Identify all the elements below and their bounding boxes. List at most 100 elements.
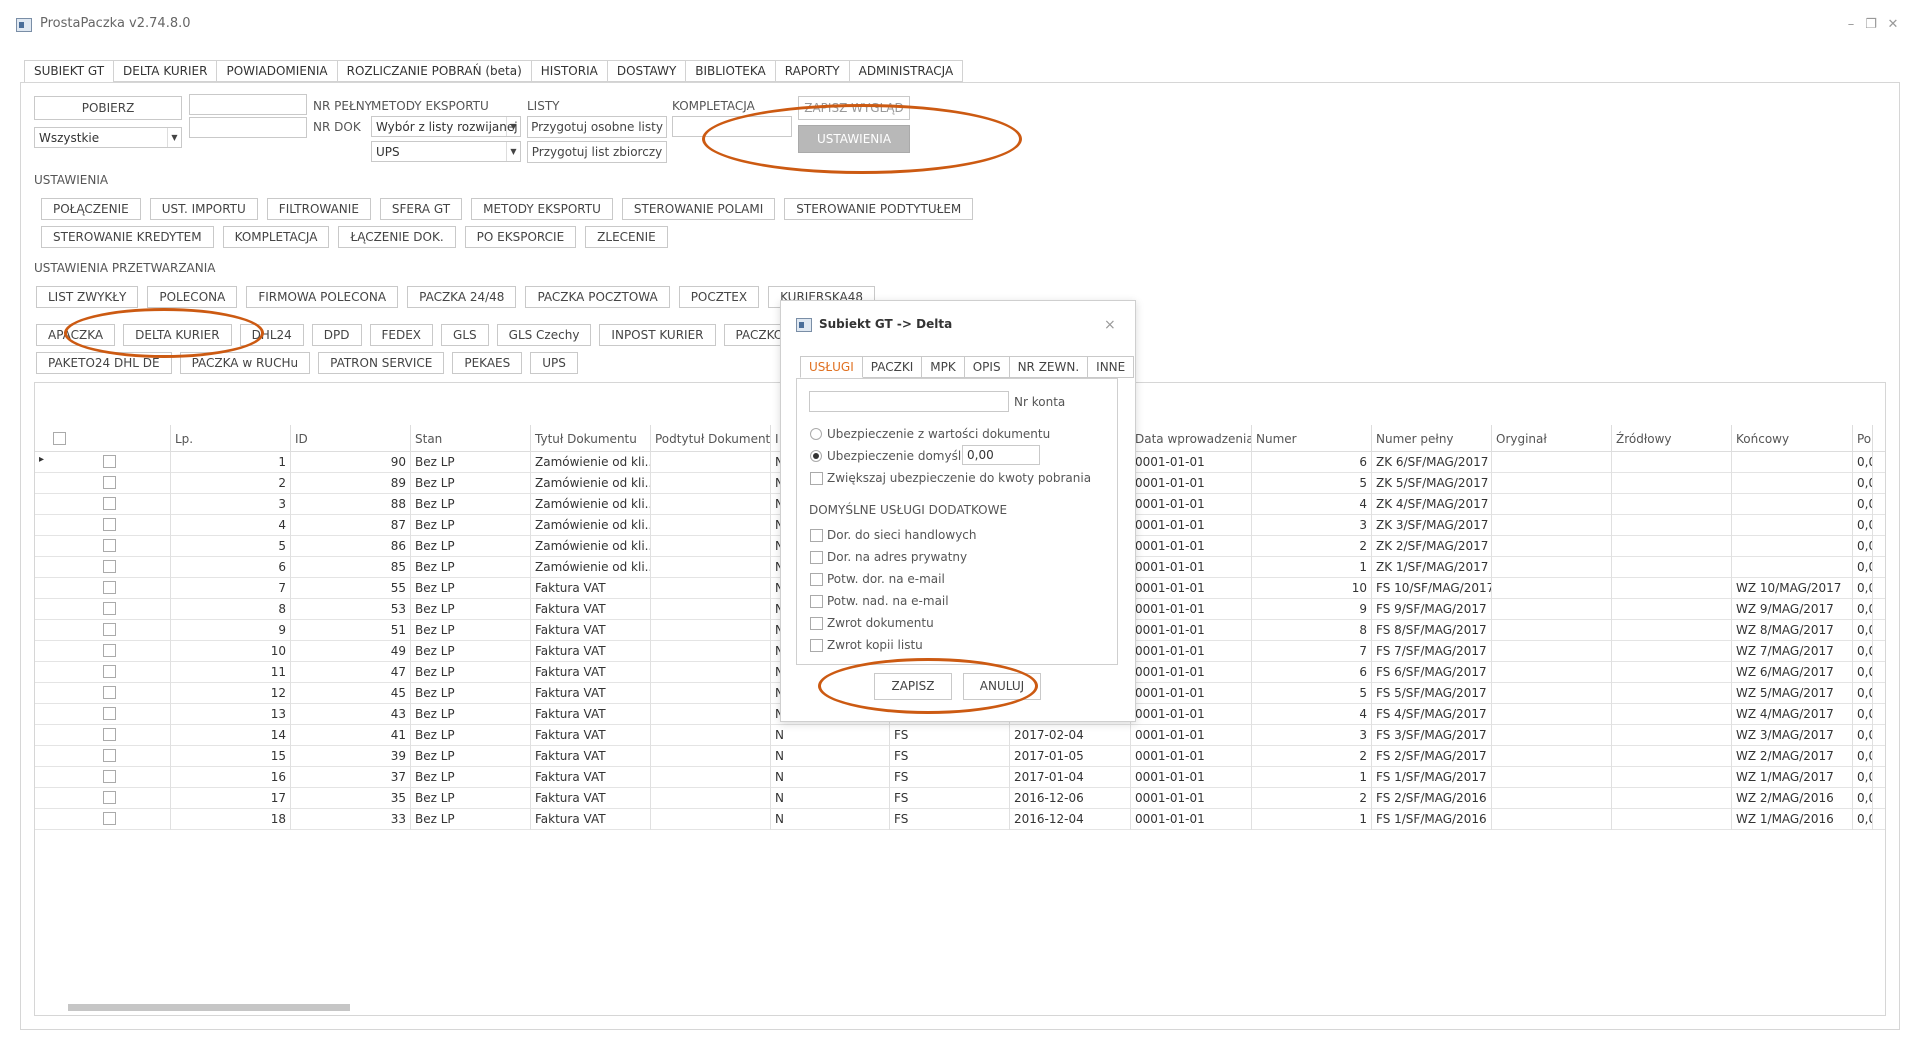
firmowa-polecona-button[interactable]: FIRMOWA POLECONA: [246, 286, 399, 308]
row-select-cell[interactable]: ▸: [35, 452, 171, 473]
carrier-select[interactable]: UPS ▼: [371, 141, 521, 162]
row-checkbox[interactable]: [103, 707, 116, 720]
row-select-cell[interactable]: [35, 515, 171, 536]
restore-button[interactable]: ❐: [1862, 16, 1880, 34]
list-zwykly-button[interactable]: LIST ZWYKŁY: [36, 286, 139, 308]
service-checkbox[interactable]: [810, 639, 823, 652]
dialog-tab-opis[interactable]: OPIS: [964, 356, 1010, 378]
row-checkbox[interactable]: [103, 686, 116, 699]
apaczka-button[interactable]: APACZKA: [36, 324, 116, 346]
row-checkbox[interactable]: [103, 581, 116, 594]
filtering-button[interactable]: FILTROWANIE: [266, 198, 371, 220]
table-row[interactable]: 17 35 Bez LP Faktura VAT N FS 2016-12-06 0001-0…: [35, 788, 1885, 809]
row-checkbox[interactable]: [103, 749, 116, 762]
insurance-doc-value-radio[interactable]: [810, 428, 822, 440]
select-all-checkbox[interactable]: [53, 432, 66, 445]
polaczenie-button[interactable]: POŁĄCZENIE: [41, 198, 141, 220]
header-zrodlowy[interactable]: Źródłowy: [1612, 425, 1732, 451]
table-row[interactable]: 18 33 Bez LP Faktura VAT N FS 2016-12-04 0001-0…: [35, 809, 1885, 830]
row-select-cell[interactable]: [35, 536, 171, 557]
dialog-tab-paczki[interactable]: PACZKI: [862, 356, 923, 378]
row-select-cell[interactable]: [35, 620, 171, 641]
paczka-24-48-button[interactable]: PACZKA 24/48: [407, 286, 517, 308]
row-select-cell[interactable]: [35, 809, 171, 830]
row-select-cell[interactable]: [35, 599, 171, 620]
row-select-cell[interactable]: [35, 725, 171, 746]
delta-kurier-button[interactable]: DELTA KURIER: [123, 324, 232, 346]
header-po[interactable]: Po: [1853, 425, 1873, 451]
table-row[interactable]: 15 39 Bez LP Faktura VAT N FS 2017-01-05 0001-0…: [35, 746, 1885, 767]
merge-docs-button[interactable]: ŁĄCZENIE DOK.: [338, 226, 456, 248]
pekaes-button[interactable]: PEKAES: [452, 352, 523, 374]
header-stan[interactable]: Stan: [411, 425, 531, 451]
settings-button[interactable]: USTAWIENIA: [798, 125, 910, 153]
tab-administracja[interactable]: ADMINISTRACJA: [849, 60, 964, 82]
dialog-tab-inne[interactable]: INNE: [1088, 356, 1135, 378]
dialog-tab-mpk[interactable]: MPK: [922, 356, 965, 378]
fedex-button[interactable]: FEDEX: [369, 324, 434, 346]
save-layout-button[interactable]: ZAPISZ WYGLĄD: [798, 96, 910, 120]
row-select-cell[interactable]: [35, 704, 171, 725]
header-oryginal[interactable]: Oryginał: [1492, 425, 1612, 451]
insurance-default-radio[interactable]: [810, 450, 822, 462]
polecona-button[interactable]: POLECONA: [147, 286, 238, 308]
kompletacja-input[interactable]: [672, 116, 792, 137]
header-koncowy[interactable]: Końcowy: [1732, 425, 1853, 451]
field-control-button[interactable]: STEROWANIE POLAMI: [621, 198, 776, 220]
credit-control-button[interactable]: STEROWANIE KREDYTEM: [41, 226, 214, 248]
tab-historia[interactable]: HISTORIA: [531, 60, 608, 82]
service-checkbox[interactable]: [810, 595, 823, 608]
row-checkbox[interactable]: [103, 455, 116, 468]
row-select-cell[interactable]: [35, 767, 171, 788]
row-select-cell[interactable]: [35, 683, 171, 704]
separate-lists-button[interactable]: Przygotuj osobne listy: [527, 116, 667, 138]
paczka-pocztowa-button[interactable]: PACZKA POCZTOWA: [525, 286, 670, 308]
paczka-w-ruchu-button[interactable]: PACZKA w RUCHu: [179, 352, 311, 374]
row-select-cell[interactable]: [35, 494, 171, 515]
service-checkbox[interactable]: [810, 573, 823, 586]
pobierz-button[interactable]: POBIERZ: [34, 96, 182, 120]
insurance-value-input[interactable]: 0,00: [962, 445, 1040, 465]
collective-list-button[interactable]: Przygotuj list zbiorczy: [527, 141, 667, 163]
dialog-tab-nr-zewn[interactable]: NR ZEWN.: [1009, 356, 1089, 378]
tab-subiekt-gt[interactable]: SUBIEKT GT: [24, 60, 115, 83]
row-checkbox[interactable]: [103, 665, 116, 678]
ups-button[interactable]: UPS: [530, 352, 578, 374]
service-checkbox[interactable]: [810, 551, 823, 564]
tab-dostawy[interactable]: DOSTAWY: [607, 60, 687, 82]
zlecenie-button[interactable]: ZLECENIE: [585, 226, 668, 248]
row-checkbox[interactable]: [103, 728, 116, 741]
dialog-tab-uslugi[interactable]: USŁUGI: [800, 356, 863, 378]
export-methods-button[interactable]: METODY EKSPORTU: [471, 198, 613, 220]
dhl24-button[interactable]: DHL24: [239, 324, 304, 346]
row-checkbox[interactable]: [103, 518, 116, 531]
nr-dok-input[interactable]: [189, 117, 307, 138]
tab-delta-kurier[interactable]: DELTA KURIER: [114, 60, 218, 82]
gls-button[interactable]: GLS: [441, 324, 489, 346]
header-lp[interactable]: Lp.: [171, 425, 291, 451]
tab-raporty[interactable]: RAPORTY: [775, 60, 850, 82]
header-numer[interactable]: Numer: [1252, 425, 1372, 451]
row-select-cell[interactable]: [35, 473, 171, 494]
row-checkbox[interactable]: [103, 476, 116, 489]
close-window-button[interactable]: ✕: [1884, 16, 1902, 34]
row-checkbox[interactable]: [103, 539, 116, 552]
table-row[interactable]: 14 41 Bez LP Faktura VAT N FS 2017-02-04 0001-0…: [35, 725, 1885, 746]
patron-service-button[interactable]: PATRON SERVICE: [318, 352, 445, 374]
row-select-cell[interactable]: [35, 557, 171, 578]
row-checkbox[interactable]: [103, 560, 116, 573]
dialog-close-icon[interactable]: ×: [1104, 317, 1116, 333]
header-podtytul[interactable]: Podtytuł Dokumentu: [651, 425, 771, 451]
header-select-all[interactable]: [35, 425, 171, 451]
row-checkbox[interactable]: [103, 770, 116, 783]
inpost-kurier-button[interactable]: INPOST KURIER: [599, 324, 716, 346]
service-checkbox[interactable]: [810, 617, 823, 630]
nr-pelny-input[interactable]: [189, 94, 307, 115]
tab-rozliczanie-pobran[interactable]: ROZLICZANIE POBRAŃ (beta): [337, 60, 532, 82]
minimize-button[interactable]: –: [1842, 16, 1860, 34]
row-select-cell[interactable]: [35, 746, 171, 767]
table-row[interactable]: 16 37 Bez LP Faktura VAT N FS 2017-01-04 0001-0…: [35, 767, 1885, 788]
service-checkbox[interactable]: [810, 529, 823, 542]
pocztex-button[interactable]: POCZTEX: [678, 286, 760, 308]
scrollbar-thumb[interactable]: [68, 1004, 350, 1011]
